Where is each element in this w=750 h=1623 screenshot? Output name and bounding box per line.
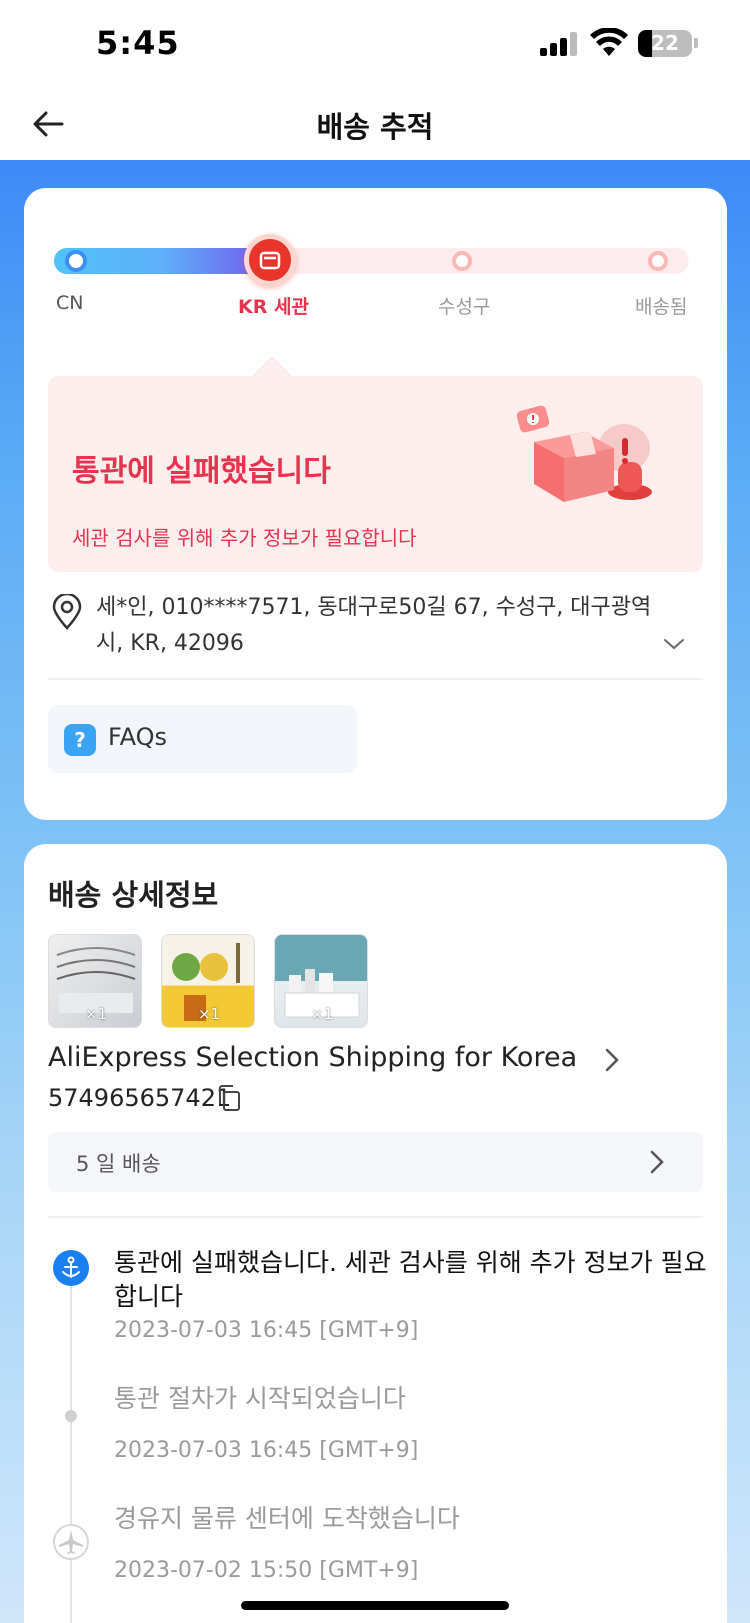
step-label-customs: KR 세관 [238, 296, 309, 318]
chevron-right-icon [650, 1150, 664, 1174]
question-icon: ? [64, 724, 96, 756]
delivery-eta-row[interactable]: 5 일 배송 [48, 1132, 703, 1192]
shipping-details-card: 배송 상세정보 ×1 ×1 ×1 AliExpress Selection Sh… [24, 844, 727, 1623]
timeline-event-title: 통관에 실패했습니다. 세관 검사를 위해 추가 정보가 필요합니다 [114, 1248, 707, 1311]
location-pin-icon [52, 594, 82, 630]
timeline-line [70, 1258, 72, 1623]
timeline-event-title: 경유지 물류 센터에 도착했습니다 [114, 1504, 460, 1533]
step-dot-suseong [452, 251, 472, 271]
step-label-delivered: 배송됨 [635, 296, 688, 318]
delivery-eta: 5 일 배송 [76, 1152, 161, 1176]
chevron-down-icon[interactable] [662, 636, 686, 652]
step-label-cn: CN [56, 292, 84, 314]
copy-icon[interactable] [216, 1084, 242, 1112]
tracking-number: 574965657421 [48, 1084, 232, 1112]
nav-bar: 배송 추적 [0, 90, 750, 160]
faq-label: FAQs [108, 723, 167, 751]
battery-icon: 22 [638, 30, 692, 57]
cellular-signal-icon [540, 32, 580, 56]
divider [48, 1216, 703, 1218]
anchor-icon [53, 1250, 89, 1286]
product-thumbnail-1[interactable]: ×1 [48, 934, 142, 1028]
faq-button[interactable]: ? FAQs [48, 705, 357, 773]
customs-alert: 통관에 실패했습니다 세관 검사를 위해 추가 정보가 필요합니다 [48, 376, 703, 572]
divider [48, 678, 703, 680]
alert-title: 통관에 실패했습니다 [72, 454, 331, 489]
step-dot-customs [244, 234, 296, 286]
product-thumbnail-2[interactable]: ×1 [161, 934, 255, 1028]
plane-icon [53, 1524, 89, 1560]
battery-tip [694, 38, 698, 48]
item-quantity: ×1 [84, 1005, 108, 1023]
section-title: 배송 상세정보 [48, 878, 219, 912]
item-quantity: ×1 [310, 1005, 334, 1023]
item-quantity: ×1 [197, 1005, 221, 1023]
alert-pointer [252, 356, 292, 376]
timeline-dot [65, 1410, 77, 1422]
page-title: 배송 추적 [316, 110, 434, 144]
carrier-name[interactable]: AliExpress Selection Shipping for Korea [48, 1042, 577, 1073]
timeline-event-time: 2023-07-03 16:45 [GMT+9] [114, 1438, 419, 1463]
package-icon [259, 251, 281, 270]
alert-subtitle: 세관 검사를 위해 추가 정보가 필요합니다 [72, 526, 417, 550]
timeline-event-time: 2023-07-03 16:45 [GMT+9] [114, 1318, 419, 1343]
timeline-event-title: 통관 절차가 시작되었습니다 [114, 1384, 406, 1413]
chevron-right-icon[interactable] [602, 1046, 622, 1074]
step-dot-delivered [648, 251, 668, 271]
battery-level: 22 [651, 31, 679, 55]
product-thumbnail-3[interactable]: ×1 [274, 934, 368, 1028]
failed-package-illustration [516, 405, 652, 502]
step-dot-cn [65, 250, 87, 272]
status-time: 5:45 [96, 24, 180, 62]
status-bar: 5:45 22 [0, 0, 750, 90]
step-label-suseong: 수성구 [438, 296, 491, 318]
tracking-status-card: CN KR 세관 수성구 배송됨 통관에 실패했습니다 세관 검사를 위해 추가… [24, 188, 727, 820]
home-indicator [241, 1601, 509, 1610]
delivery-address: 세*인, 010****7571, 동대구로50길 67, 수성구, 대구광역시… [96, 595, 652, 656]
timeline-event-time: 2023-07-02 15:50 [GMT+9] [114, 1558, 419, 1583]
wifi-icon [590, 28, 628, 56]
